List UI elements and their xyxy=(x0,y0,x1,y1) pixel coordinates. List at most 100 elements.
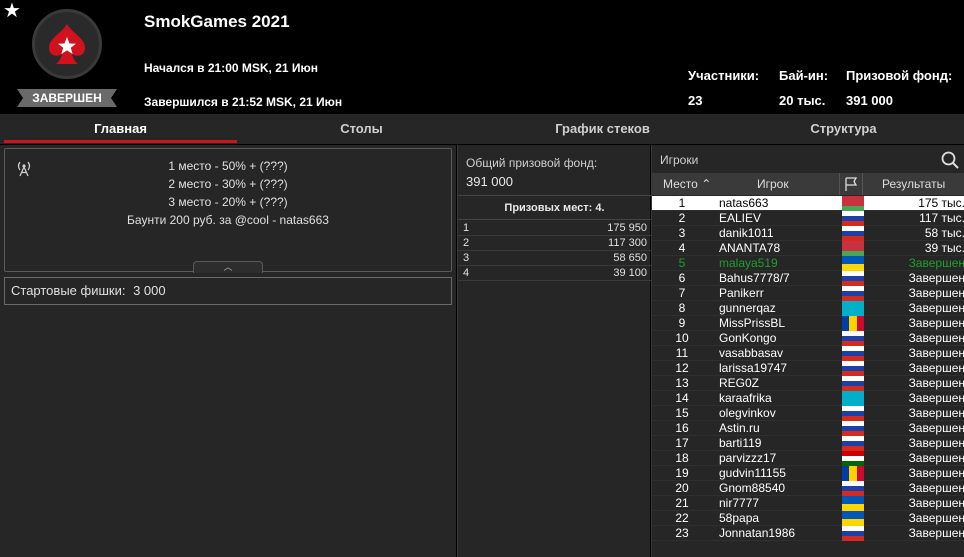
player-result: Завершен xyxy=(908,496,964,510)
player-row[interactable]: 19 gudvin11155 Завершен xyxy=(652,466,964,481)
prize-line-3: 3 место - 20% + (???) xyxy=(168,195,288,209)
player-place: 16 xyxy=(675,421,689,435)
col-player-header[interactable]: Игрок xyxy=(757,173,789,195)
player-row[interactable]: 12 larissa19747 Завершен xyxy=(652,361,964,376)
player-place: 4 xyxy=(678,241,686,255)
country-flag-icon xyxy=(842,376,864,391)
star-icon[interactable]: ★ xyxy=(3,0,21,22)
player-row[interactable]: 5 malaya519 Завершен xyxy=(652,256,964,271)
player-row[interactable]: 3 danik1011 58 тыс. xyxy=(652,226,964,241)
player-row[interactable]: 13 REG0Z Завершен xyxy=(652,376,964,391)
player-result: Завершен xyxy=(908,316,964,330)
player-row[interactable]: 7 Panikerr Завершен xyxy=(652,286,964,301)
player-row[interactable]: 9 MissPrissBL Завершен xyxy=(652,316,964,331)
country-flag-icon xyxy=(842,211,864,226)
country-flag-icon xyxy=(842,496,864,511)
player-row[interactable]: 18 parvizzz17 Завершен xyxy=(652,451,964,466)
player-place: 22 xyxy=(675,511,689,525)
payout-amount: 39 100 xyxy=(613,267,647,279)
player-result: Завершен xyxy=(908,256,964,270)
player-result: 175 тыс. xyxy=(918,196,964,210)
player-row[interactable]: 17 barti119 Завершен xyxy=(652,436,964,451)
col-place-header[interactable]: Место ⌃ xyxy=(663,173,711,195)
info-box: 1 место - 50% + (???) 2 место - 30% + (?… xyxy=(4,148,452,273)
country-flag-icon xyxy=(842,511,864,526)
tab-stack-chart[interactable]: График стеков xyxy=(482,114,723,144)
prize-line-1: 1 место - 50% + (???) xyxy=(168,159,288,173)
tab-tables[interactable]: Столы xyxy=(241,114,482,144)
country-flag-icon xyxy=(842,466,864,481)
prize-panel: Общий призовой фонд: 391 000 Призовых ме… xyxy=(457,145,651,557)
players-search-bar[interactable]: Игроки xyxy=(652,147,964,171)
player-result: Завершен xyxy=(908,436,964,450)
starting-chips-value: 3 000 xyxy=(133,283,166,298)
participants-value: 23 xyxy=(688,93,703,108)
prize-places-header: Призовых мест: 4. xyxy=(458,195,651,220)
player-place: 18 xyxy=(675,451,689,465)
player-name: olegvinkov xyxy=(719,406,776,420)
player-name: 58papa xyxy=(719,511,760,525)
pool-value: 391 000 xyxy=(466,174,513,189)
player-name: barti119 xyxy=(719,436,762,450)
player-place: 11 xyxy=(675,346,689,360)
col-results-header[interactable]: Результаты xyxy=(882,173,945,195)
pool-label: Общий призовой фонд: xyxy=(466,156,598,170)
player-place: 20 xyxy=(675,481,689,495)
start-time: Начался в 21:00 MSK, 21 Июн xyxy=(144,61,319,75)
player-row[interactable]: 10 GonKongo Завершен xyxy=(652,331,964,346)
player-result: Завершен xyxy=(908,406,964,420)
tournament-header: ★ ЗАВЕРШЕН SmokGames 2021 Начался в 21:0… xyxy=(0,0,964,114)
prizepool-value: 391 000 xyxy=(846,93,893,108)
player-row[interactable]: 16 Astin.ru Завершен xyxy=(652,421,964,436)
collapse-toggle[interactable]: ︿ xyxy=(193,261,263,273)
player-name: ANANTA78 xyxy=(719,241,781,255)
chevron-up-icon: ︿ xyxy=(223,262,233,272)
end-time: Завершился в 21:52 MSK, 21 Июн xyxy=(144,95,343,109)
participants-label: Участники: xyxy=(688,68,760,83)
tournament-title: SmokGames 2021 xyxy=(144,12,290,31)
country-flag-icon xyxy=(842,421,864,436)
player-row[interactable]: 15 olegvinkov Завершен xyxy=(652,406,964,421)
player-name: larissa19747 xyxy=(719,361,788,375)
search-icon[interactable] xyxy=(940,150,960,170)
player-row[interactable]: 4 ANANTA78 39 тыс. xyxy=(652,241,964,256)
starting-chips-label: Стартовые фишки: xyxy=(11,283,126,298)
player-name: Jonnatan1986 xyxy=(719,526,796,540)
player-result: Завершен xyxy=(908,331,964,345)
player-name: Bahus7778/7 xyxy=(719,271,790,285)
tab-structure[interactable]: Структура xyxy=(723,114,964,144)
player-result: 117 тыс. xyxy=(919,211,964,225)
payout-place: 3 xyxy=(463,252,470,264)
player-place: 15 xyxy=(675,406,689,420)
player-row[interactable]: 22 58papa Завершен xyxy=(652,511,964,526)
player-name: natas663 xyxy=(719,196,769,210)
player-result: Завершен xyxy=(908,346,964,360)
player-result: Завершен xyxy=(908,526,964,540)
player-row[interactable]: 6 Bahus7778/7 Завершен xyxy=(652,271,964,286)
player-row[interactable]: 2 EALIEV 117 тыс. xyxy=(652,211,964,226)
player-row[interactable]: 14 karaafrika Завершен xyxy=(652,391,964,406)
player-place: 3 xyxy=(678,226,686,240)
player-result: Завершен xyxy=(908,451,964,465)
tab-main[interactable]: Главная xyxy=(0,114,241,144)
player-name: Astin.ru xyxy=(719,421,760,435)
player-row[interactable]: 1 natas663 175 тыс. xyxy=(652,196,964,211)
prize-line-2: 2 место - 30% + (???) xyxy=(168,177,288,191)
player-place: 2 xyxy=(678,211,686,225)
player-row[interactable]: 20 Gnom88540 Завершен xyxy=(652,481,964,496)
player-place: 7 xyxy=(678,286,686,300)
country-flag-icon xyxy=(842,451,864,466)
country-flag-icon xyxy=(842,301,864,316)
player-row[interactable]: 23 Jonnatan1986 Завершен xyxy=(652,526,964,541)
player-name: malaya519 xyxy=(719,256,778,270)
player-row[interactable]: 8 gunnerqaz Завершен xyxy=(652,301,964,316)
player-place: 5 xyxy=(678,256,686,270)
player-result: Завершен xyxy=(908,421,964,435)
player-place: 14 xyxy=(675,391,689,405)
player-row[interactable]: 11 vasabbasav Завершен xyxy=(652,346,964,361)
player-result: Завершен xyxy=(908,286,964,300)
player-row[interactable]: 21 nir7777 Завершен xyxy=(652,496,964,511)
flag-icon[interactable] xyxy=(839,173,863,195)
player-place: 9 xyxy=(678,316,686,330)
players-panel: Игроки Место ⌃ Игрок Результаты 1 natas66… xyxy=(651,145,964,557)
